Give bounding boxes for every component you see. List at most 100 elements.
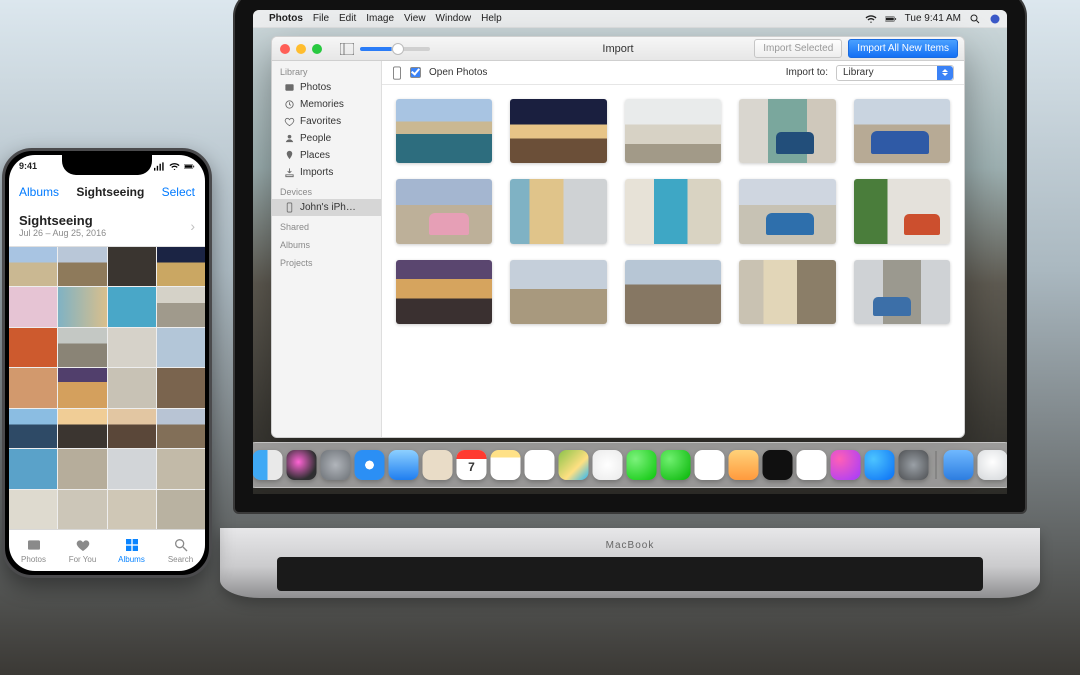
iphone-tab-search[interactable]: Search [156,530,205,571]
dock-news-icon[interactable] [797,450,827,480]
menubar-app-name[interactable]: Photos [269,13,303,24]
iphone-photo-thumb[interactable] [58,409,106,448]
dock-finder-icon[interactable] [253,450,283,480]
menu-edit[interactable]: Edit [339,13,356,24]
menu-help[interactable]: Help [481,13,502,24]
iphone-photo-thumb[interactable] [9,490,57,529]
iphone-photo-thumb[interactable] [9,449,57,488]
window-fullscreen-button[interactable] [312,44,322,54]
dock-stocks-icon[interactable] [763,450,793,480]
iphone-photo-thumb[interactable] [58,490,106,529]
iphone-photo-thumb[interactable] [9,409,57,448]
window-minimize-button[interactable] [296,44,306,54]
menu-view[interactable]: View [404,13,426,24]
window-titlebar[interactable]: Import Import Selected Import All New It… [272,37,964,61]
dock-notes-icon[interactable] [491,450,521,480]
iphone-photo-thumb[interactable] [108,449,156,488]
spotlight-icon[interactable] [969,13,981,25]
import-photo-thumb[interactable] [625,179,721,243]
iphone-photo-thumb[interactable] [9,247,57,286]
import-photo-thumb[interactable] [739,260,835,324]
dock-downloads-icon[interactable] [944,450,974,480]
iphone-select-button[interactable]: Select [162,185,195,199]
iphone-photo-thumb[interactable] [108,409,156,448]
iphone-photo-grid[interactable] [9,247,205,529]
sidebar-section-shared[interactable]: Shared [272,216,381,234]
dock-mail-icon[interactable] [389,450,419,480]
iphone-tab-foryou[interactable]: For You [58,530,107,571]
dock-maps-icon[interactable] [559,450,589,480]
iphone-photo-thumb[interactable] [9,328,57,367]
dock-facetime-icon[interactable] [661,450,691,480]
import-photo-thumb[interactable] [854,260,950,324]
window-close-button[interactable] [280,44,290,54]
iphone-photo-thumb[interactable] [58,247,106,286]
iphone-photo-thumb[interactable] [157,449,205,488]
iphone-photo-thumb[interactable] [157,247,205,286]
dock-siri-icon[interactable] [287,450,317,480]
iphone-photo-thumb[interactable] [108,328,156,367]
iphone-photo-thumb[interactable] [157,287,205,326]
battery-icon[interactable] [885,13,897,25]
dock-messages-icon[interactable] [627,450,657,480]
thumbnail-size-slider[interactable] [360,47,430,51]
dock-safari-icon[interactable] [355,450,385,480]
iphone-tab-albums[interactable]: Albums [107,530,156,571]
dock-contacts-icon[interactable] [423,450,453,480]
iphone-photo-thumb[interactable] [157,368,205,407]
menubar-clock[interactable]: Tue 9:41 AM [905,13,961,24]
dock-music-icon[interactable] [831,450,861,480]
dock-home-icon[interactable] [729,450,759,480]
iphone-photo-thumb[interactable] [108,490,156,529]
import-photo-thumb[interactable] [739,179,835,243]
dock-trash-icon[interactable] [978,450,1008,480]
import-photo-thumb[interactable] [854,99,950,163]
sidebar-item-imports[interactable]: Imports [272,164,381,181]
import-photo-thumb[interactable] [510,179,606,243]
iphone-photo-thumb[interactable] [157,328,205,367]
sidebar-item-photos[interactable]: Photos [272,79,381,96]
sidebar-item-people[interactable]: People [272,130,381,147]
iphone-photo-thumb[interactable] [108,247,156,286]
dock-numbers-icon[interactable] [695,450,725,480]
iphone-photo-thumb[interactable] [108,287,156,326]
iphone-photo-thumb[interactable] [58,449,106,488]
import-photo-thumb[interactable] [510,260,606,324]
wifi-icon[interactable] [865,13,877,25]
sidebar-item-favorites[interactable]: Favorites [272,113,381,130]
import-photo-thumb[interactable] [396,99,492,163]
iphone-photo-thumb[interactable] [58,287,106,326]
import-selected-button[interactable]: Import Selected [754,39,842,58]
dock-calendar-icon[interactable]: 7 [457,450,487,480]
iphone-photo-thumb[interactable] [58,368,106,407]
dock-launchpad-icon[interactable] [321,450,351,480]
import-photo-thumb[interactable] [854,179,950,243]
import-photo-thumb[interactable] [396,260,492,324]
import-photo-thumb[interactable] [510,99,606,163]
iphone-photo-thumb[interactable] [9,368,57,407]
import-photo-thumb[interactable] [396,179,492,243]
iphone-tab-photos[interactable]: Photos [9,530,58,571]
import-all-button[interactable]: Import All New Items [848,39,958,58]
iphone-photo-thumb[interactable] [108,368,156,407]
import-photo-thumb[interactable] [625,260,721,324]
iphone-photo-thumb[interactable] [58,328,106,367]
sidebar-section-albums[interactable]: Albums [272,234,381,252]
menu-image[interactable]: Image [366,13,394,24]
iphone-photo-thumb[interactable] [157,409,205,448]
sidebar-item-device-iphone[interactable]: John's iPh… [272,199,381,216]
dock-systemprefs-icon[interactable] [899,450,929,480]
siri-icon[interactable] [989,13,1001,25]
iphone-photo-thumb[interactable] [157,490,205,529]
menu-window[interactable]: Window [436,13,472,24]
dock-appstore-icon[interactable] [865,450,895,480]
import-grid[interactable] [382,85,964,437]
iphone-back-button[interactable]: Albums [19,185,59,199]
import-to-select[interactable]: Library [836,65,954,81]
sidebar-section-projects[interactable]: Projects [272,252,381,270]
sidebar-item-places[interactable]: Places [272,147,381,164]
open-photos-checkbox[interactable] [410,67,421,78]
import-photo-thumb[interactable] [625,99,721,163]
dock-reminders-icon[interactable] [525,450,555,480]
sidebar-item-memories[interactable]: Memories [272,96,381,113]
